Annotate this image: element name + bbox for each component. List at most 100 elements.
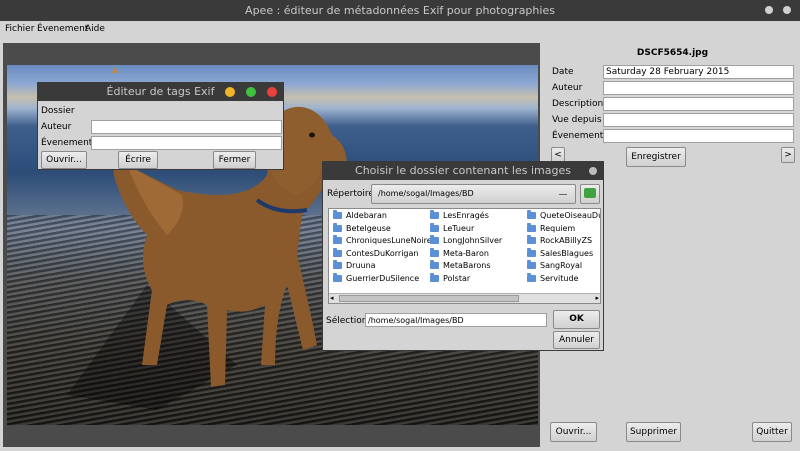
- folder-item[interactable]: SangRoyal: [527, 260, 583, 270]
- folder-item[interactable]: LongJohnSilver: [430, 235, 503, 245]
- folder-icon: [430, 210, 439, 219]
- folder-item[interactable]: Betelgeuse: [333, 222, 391, 233]
- folder-name: Requiem: [540, 223, 576, 233]
- maximize-icon[interactable]: [246, 87, 256, 97]
- author-field[interactable]: [603, 81, 794, 95]
- menubar: Fichier Évenement Aide: [0, 21, 800, 38]
- folder-icon: [430, 247, 439, 257]
- folder-item[interactable]: Polstar: [430, 272, 470, 283]
- menu-fichier[interactable]: Fichier: [5, 24, 34, 34]
- folder-icon: [527, 260, 536, 269]
- close-icon[interactable]: [267, 87, 277, 97]
- folder-item[interactable]: MetaBarons: [430, 260, 491, 270]
- folder-dialog-titlebar: Choisir le dossier contenant les images: [323, 162, 603, 180]
- selection-field[interactable]: /home/sogal/Images/BD: [365, 313, 547, 327]
- exif-dialog-title: Éditeur de tags Exif: [106, 85, 215, 98]
- exif-evenement-field[interactable]: [91, 136, 282, 150]
- folder-item[interactable]: QueteOiseauDuTe: [527, 210, 600, 220]
- folder-name: Meta-Baron: [443, 248, 489, 258]
- folder-icon: [527, 222, 536, 232]
- close-icon[interactable]: [589, 167, 597, 175]
- open-button[interactable]: Ouvrir...: [550, 422, 597, 442]
- date-field[interactable]: Saturday 28 February 2015: [603, 65, 794, 79]
- folder-item[interactable]: Aldebaran: [333, 210, 387, 220]
- ok-button[interactable]: OK: [553, 310, 600, 329]
- folder-icon: [527, 272, 536, 282]
- quit-button[interactable]: Quitter: [752, 422, 792, 442]
- delete-button[interactable]: Supprimer: [626, 422, 681, 442]
- folder-icon: [333, 210, 342, 219]
- minimize-icon[interactable]: [765, 6, 773, 14]
- exif-close-button[interactable]: Fermer: [213, 151, 256, 169]
- menu-aide[interactable]: Aide: [85, 24, 105, 34]
- folder-icon: [430, 260, 439, 269]
- horizontal-scrollbar[interactable]: ◂ ▸: [329, 293, 600, 303]
- new-folder-button[interactable]: [580, 184, 600, 204]
- description-label: Description: [552, 99, 604, 109]
- file-name: DSCF5654.jpg: [636, 48, 709, 58]
- folder-name: ChroniquesLuneNoire: [346, 236, 432, 245]
- folder-item[interactable]: Druuna: [333, 260, 376, 270]
- dir-combobox[interactable]: /home/sogal/Images/BD: [371, 184, 576, 204]
- folder-item[interactable]: RockABillyZS: [527, 235, 593, 245]
- evenement-label: Évenement: [41, 138, 93, 148]
- folder-icon: [527, 235, 536, 244]
- folder-name: Betelgeuse: [346, 223, 391, 233]
- folder-item[interactable]: Requiem: [527, 222, 576, 233]
- folder-item[interactable]: ContesDuKorrigan: [333, 247, 419, 258]
- folder-name: Servitude: [540, 273, 579, 283]
- folder-name: RockABillyZS: [540, 236, 593, 245]
- next-button[interactable]: >: [781, 147, 795, 163]
- window-titlebar: Apee : éditeur de métadonnées Exif pour …: [0, 0, 800, 21]
- scroll-right-icon[interactable]: ▸: [595, 294, 599, 302]
- minimize-icon[interactable]: [225, 87, 235, 97]
- vue-depuis-label: Vue depuis: [552, 115, 602, 125]
- scroll-left-icon[interactable]: ◂: [330, 294, 334, 302]
- folder-icon: [430, 235, 439, 244]
- new-folder-icon: [584, 187, 596, 198]
- folder-item[interactable]: ChroniquesLuneNoire: [333, 235, 432, 245]
- folder-item[interactable]: GuerrierDuSilence: [333, 272, 420, 283]
- folder-dialog-title: Choisir le dossier contenant les images: [355, 164, 571, 177]
- cancel-button[interactable]: Annuler: [553, 331, 600, 349]
- folder-icon: [527, 210, 536, 219]
- menu-evenement[interactable]: Évenement: [37, 24, 88, 34]
- folder-icon: [333, 235, 342, 244]
- folder-name: LongJohnSilver: [443, 236, 503, 245]
- folder-icon: [430, 222, 439, 232]
- close-icon[interactable]: [783, 6, 791, 14]
- folder-name: Druuna: [346, 261, 376, 270]
- folder-name: ContesDuKorrigan: [346, 248, 419, 258]
- folder-item[interactable]: Servitude: [527, 272, 579, 283]
- folder-label: Dossier: [41, 106, 75, 116]
- dir-label: Répertoire:: [327, 189, 377, 199]
- save-button[interactable]: Enregistrer: [626, 147, 686, 167]
- exif-open-button[interactable]: Ouvrir...: [41, 151, 87, 169]
- vue-depuis-field[interactable]: [603, 113, 794, 127]
- folder-icon: [527, 247, 536, 257]
- date-label: Date: [552, 67, 574, 77]
- folder-chooser-dialog: Choisir le dossier contenant les images …: [322, 161, 604, 351]
- description-field[interactable]: [603, 97, 794, 111]
- folder-name: SalesBlagues: [540, 248, 594, 258]
- author-label: Auteur: [552, 83, 583, 93]
- folder-icon: [333, 247, 342, 257]
- folder-item[interactable]: SalesBlagues: [527, 247, 594, 258]
- folder-icon: [333, 260, 342, 269]
- window-title: Apee : éditeur de métadonnées Exif pour …: [245, 4, 555, 17]
- folder-item[interactable]: LeTueur: [430, 222, 474, 233]
- selection-label: Sélection:: [326, 316, 371, 326]
- folder-name: MetaBarons: [443, 261, 491, 270]
- folder-item[interactable]: LesEnragés: [430, 210, 489, 220]
- scroll-thumb[interactable]: [339, 295, 519, 302]
- folder-name: GuerrierDuSilence: [346, 273, 420, 283]
- dropdown-icon: [559, 194, 567, 195]
- folder-item[interactable]: Meta-Baron: [430, 247, 489, 258]
- write-button[interactable]: Écrire: [118, 151, 158, 169]
- folder-name: Aldebaran: [346, 211, 387, 220]
- evenement-label: Évenement: [552, 131, 604, 141]
- folder-name: LesEnragés: [443, 211, 489, 220]
- evenement-field[interactable]: [603, 129, 794, 143]
- folder-name: SangRoyal: [540, 261, 583, 270]
- exif-author-field[interactable]: [91, 120, 282, 134]
